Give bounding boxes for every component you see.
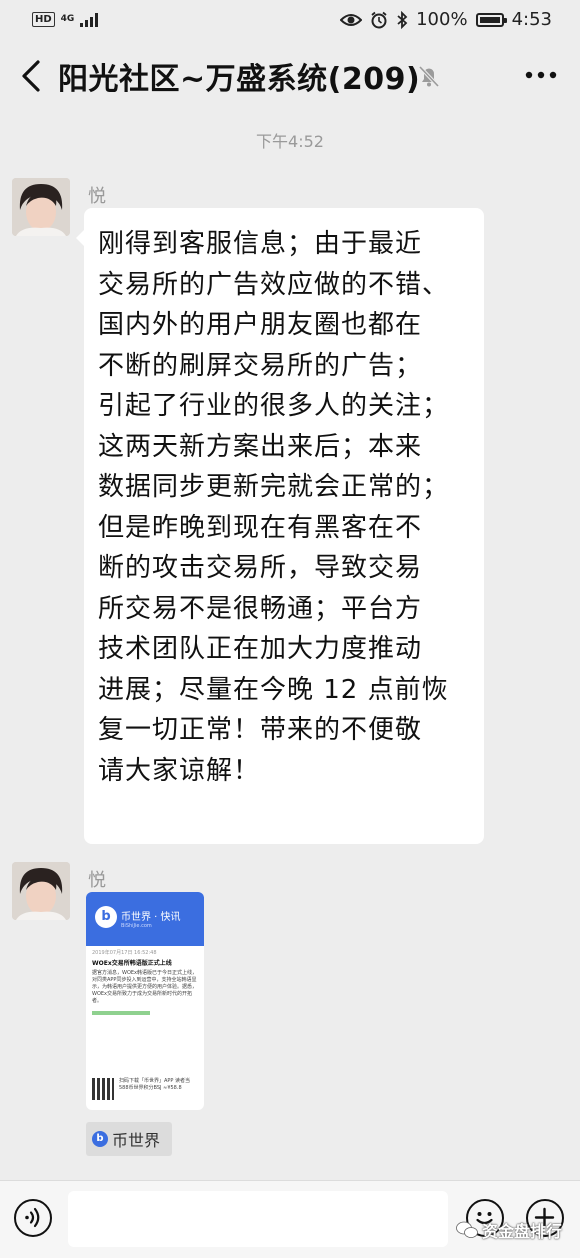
bishijie-logo-icon: b <box>95 906 117 928</box>
message-line: 请大家谅解！ <box>98 755 261 786</box>
message-line: 但是昨晚到现在有黑客在不 <box>98 512 423 543</box>
mute-bell-icon <box>418 65 440 88</box>
battery-percent: 100% <box>416 9 468 30</box>
sender-avatar[interactable] <box>12 178 70 236</box>
more-options-icon[interactable] <box>524 60 558 90</box>
message-line: 这两天新方案出来后；本来 <box>98 431 423 462</box>
text-message-bubble[interactable]: 刚得到客服信息；由于最近 交易所的广告效应做的不错、 国内外的用户朋友圈也都在 … <box>76 208 484 844</box>
message-input[interactable] <box>68 1191 448 1247</box>
voice-input-button[interactable] <box>14 1199 52 1237</box>
card-date: 2019年07月17日 16:52:48 <box>92 950 157 956</box>
avatar-portrait-icon <box>12 178 70 236</box>
status-right: 100% 4:53 <box>340 9 552 30</box>
source-name: 币世界 <box>112 1131 161 1150</box>
status-bar: HD 4G 100% 4:53 <box>0 0 580 40</box>
card-source-tag[interactable]: b 币世界 <box>86 1122 172 1156</box>
message-line: 复一切正常！带来的不便敬 <box>98 715 423 745</box>
message-line: 进展；尽量在今晚 12 点前恢 <box>98 674 449 705</box>
chat-header: 阳光社区~万盛系统(209) <box>0 40 580 110</box>
avatar-portrait-icon <box>12 862 70 920</box>
message-line: 技术团队正在加大力度推动 <box>98 634 423 664</box>
sender-avatar[interactable] <box>12 862 70 920</box>
eye-icon <box>340 13 363 26</box>
message-line: 国内外的用户朋友圈也都在 <box>98 310 423 340</box>
back-icon[interactable] <box>18 58 46 94</box>
card-site: BiShiJie.com <box>121 923 152 929</box>
bishijie-logo-icon: b <box>92 1131 108 1147</box>
voice-icon <box>25 1207 40 1228</box>
shared-news-card[interactable]: b 币世界 · 快讯 BiShiJie.com 2019年07月17日 16:5… <box>86 892 204 1110</box>
card-header: b 币世界 · 快讯 BiShiJie.com <box>86 892 204 946</box>
wechat-icon <box>456 1221 478 1238</box>
signal-icon <box>80 12 99 27</box>
message-line: 数据同步更新完就会正常的； <box>98 472 450 502</box>
battery-icon <box>475 12 507 27</box>
watermark: 资金盘排行 <box>456 1218 562 1242</box>
card-text: 据官方消息，WOEx韩语版已于今日正式上线，对同类APP同步投入到运营中，支持全… <box>92 970 198 1004</box>
message-timestamp: 下午4:52 <box>256 132 324 151</box>
qr-code-icon <box>92 1078 114 1100</box>
card-divider <box>92 1011 151 1015</box>
hd-indicator: HD <box>32 12 55 27</box>
message-line: 断的攻击交易所，导致交易 <box>98 553 423 583</box>
watermark-text: 资金盘排行 <box>482 1222 563 1241</box>
card-brand: 币世界 · 快讯 <box>121 912 181 923</box>
card-headline: WOEx交易所韩语版正式上线 <box>92 960 172 967</box>
sender-name: 悦 <box>88 186 106 207</box>
message-line: 不断的刷屏交易所的广告； <box>98 350 423 381</box>
message-line: 交易所的广告效应做的不错、 <box>98 269 450 300</box>
status-clock: 4:53 <box>511 9 552 30</box>
message-line: 引起了行业的很多人的关注； <box>98 391 450 421</box>
card-footer-text: 扫码下载「币世界」APP 读者当588币世界积分BSJ ≈¥58.8 <box>119 1078 191 1091</box>
alarm-icon <box>371 11 387 28</box>
sender-name: 悦 <box>88 870 106 891</box>
message-line: 所交易不是很畅通；平台方 <box>98 593 423 624</box>
card-body: 2019年07月17日 16:52:48 WOEx交易所韩语版正式上线 据官方消… <box>86 946 204 1019</box>
card-footer: 扫码下载「币世界」APP 读者当588币世界积分BSJ ≈¥58.8 <box>92 1078 198 1100</box>
network-type: 4G <box>60 14 75 24</box>
message-line: 刚得到客服信息；由于最近 <box>98 229 423 259</box>
chat-title: 阳光社区~万盛系统(209) <box>58 62 421 97</box>
status-left: HD 4G <box>32 12 99 27</box>
bluetooth-icon <box>397 10 408 29</box>
